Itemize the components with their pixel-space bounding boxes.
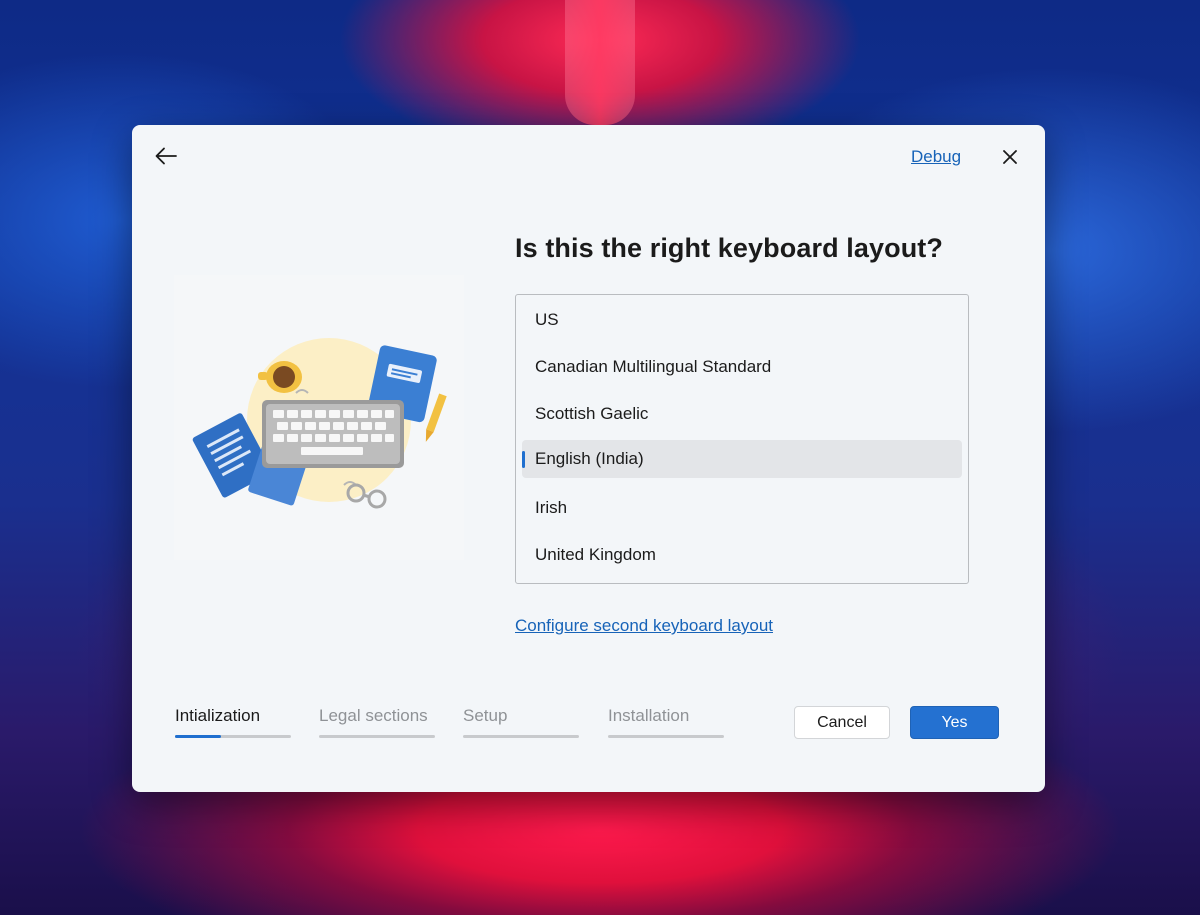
selection-indicator: [522, 451, 525, 468]
background-wallpaper: [565, 0, 635, 125]
keyboard-icon: [262, 400, 404, 468]
configure-second-layout-link[interactable]: Configure second keyboard layout: [515, 616, 773, 636]
list-item-label: English (India): [535, 449, 644, 468]
list-item-label: Irish: [535, 498, 568, 517]
step-installation: Installation: [608, 706, 724, 738]
step-label: Setup: [463, 706, 508, 725]
list-item-label: US: [535, 310, 559, 329]
list-item[interactable]: Irish: [522, 489, 962, 527]
step-initialization: Intialization: [175, 706, 291, 738]
step-label: Legal sections: [319, 706, 428, 725]
step-label: Installation: [608, 706, 690, 725]
step-progress-bar: [463, 735, 579, 738]
list-item[interactable]: US: [522, 301, 962, 339]
list-item[interactable]: Scottish Gaelic: [522, 395, 962, 433]
arrow-left-icon: [155, 147, 177, 165]
list-item-label: United Kingdom: [535, 545, 656, 564]
setup-dialog: Debug Is this the right keyboard layout?…: [132, 125, 1045, 792]
step-legal-sections: Legal sections: [319, 706, 435, 738]
keyboard-desk-illustration: [174, 275, 464, 560]
page-title: Is this the right keyboard layout?: [515, 233, 943, 263]
debug-link[interactable]: Debug: [911, 147, 961, 167]
list-item[interactable]: Canadian Multilingual Standard: [522, 348, 962, 386]
keyboard-layout-list[interactable]: US Canadian Multilingual Standard Scotti…: [515, 294, 969, 584]
list-item-label: Scottish Gaelic: [535, 404, 649, 423]
close-icon: [1003, 150, 1017, 164]
back-button[interactable]: [150, 141, 182, 171]
step-progress-bar: [608, 735, 724, 738]
close-button[interactable]: [995, 142, 1025, 172]
step-label: Intialization: [175, 706, 261, 725]
step-progress-bar: [319, 735, 435, 738]
step-setup: Setup: [463, 706, 579, 738]
step-progress-bar: [175, 735, 291, 738]
step-progress-fill: [175, 735, 222, 738]
list-item-selected[interactable]: English (India): [522, 440, 962, 478]
cancel-button[interactable]: Cancel: [794, 706, 890, 739]
list-item-label: Canadian Multilingual Standard: [535, 357, 772, 376]
yes-button[interactable]: Yes: [910, 706, 999, 739]
list-item[interactable]: United Kingdom: [522, 536, 962, 574]
